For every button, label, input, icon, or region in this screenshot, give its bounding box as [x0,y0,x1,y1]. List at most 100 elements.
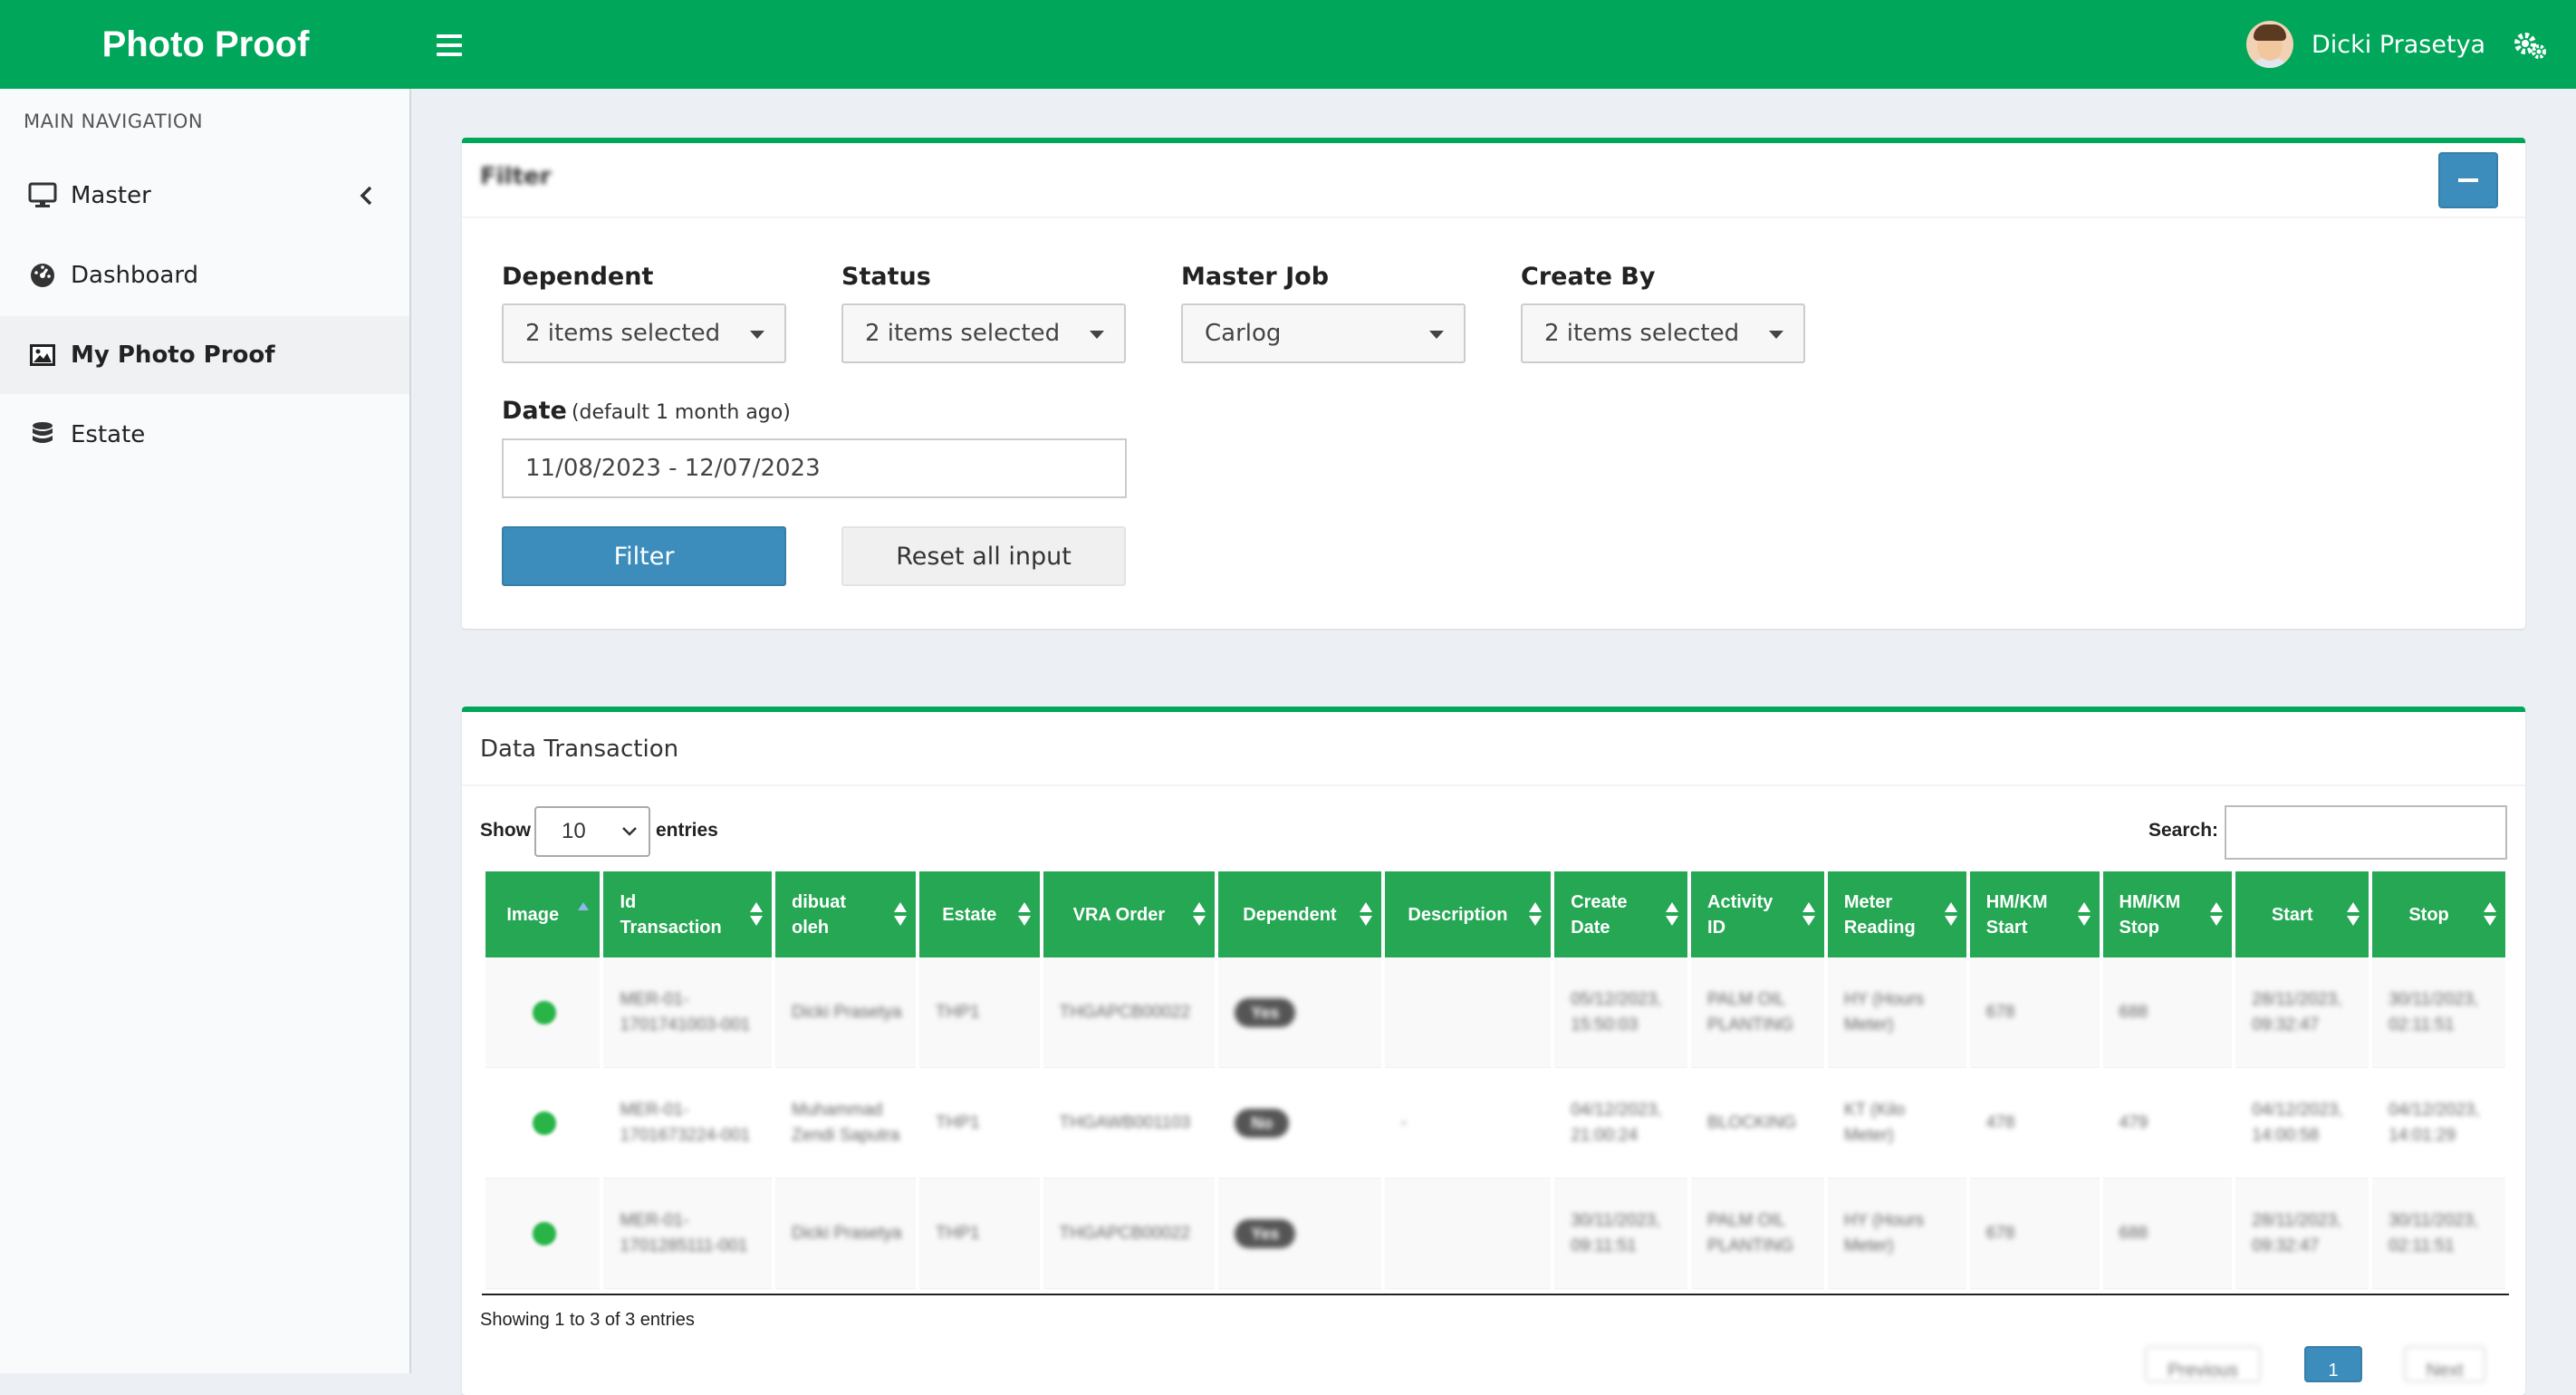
stop: 04/12/2023, 14:01:29 [2389,1100,2480,1145]
sort-icon [1944,902,1957,928]
date-label: Date [502,397,567,425]
transaction-box-title: Data Transaction [480,736,679,763]
column-header[interactable]: dibuat oleh [775,871,916,957]
estate: THP1 [936,1002,980,1022]
entries-select[interactable]: 10 [534,806,650,857]
hm-km-start: 678 [1985,1223,2015,1243]
column-header[interactable]: Id Transaction [603,871,773,957]
pagination-previous[interactable]: Previous [2145,1346,2261,1382]
table-row: MER-01-1701741003-001 Dicki Prasetya THP… [485,957,2505,1068]
status-label: Status [841,263,931,291]
dashboard-icon [27,260,58,291]
sidebar-item-label: Master [71,182,151,209]
column-header[interactable]: Create Date [1554,871,1688,957]
column-header[interactable]: Image [485,871,601,957]
column-header[interactable]: Activity ID [1691,871,1824,957]
column-header[interactable]: VRA Order [1043,871,1216,957]
create-date: 05/12/2023, 15:50:03 [1571,989,1662,1034]
column-header[interactable]: Start [2235,871,2369,957]
top-navbar: Photo Proof Dicki Prasetya [0,0,2576,89]
entries-label: entries [656,820,718,841]
sort-icon [1017,902,1031,928]
create-by-select[interactable]: 2 items selected [1521,303,1805,363]
sidebar-item-master[interactable]: Master [0,157,409,235]
image-cell[interactable] [485,1068,601,1179]
hamburger-menu-icon[interactable] [437,29,462,56]
reset-button[interactable]: Reset all input [841,526,1126,586]
image-icon [27,340,58,370]
activity-id: PALM OIL PLANTING [1707,989,1794,1034]
master-job-label: Master Job [1181,263,1330,291]
hm-km-stop: 688 [2119,1002,2148,1022]
table-bottom-border [482,1294,2509,1295]
date-hint: (default 1 month ago) [571,401,791,424]
sidebar-item-label: Dashboard [71,262,199,289]
photo-thumbnail[interactable] [533,1000,557,1025]
collapse-button[interactable] [2438,152,2498,208]
chevron-down-icon [622,827,637,836]
minus-icon [2458,178,2478,182]
column-header[interactable]: Dependent [1218,871,1381,957]
id-transaction: MER-01-1701741003-001 [620,989,751,1034]
caret-down-icon [1429,331,1444,339]
user-menu[interactable]: Dicki Prasetya [2246,0,2485,89]
photo-thumbnail[interactable] [533,1221,557,1246]
database-icon [27,419,58,450]
filter-button[interactable]: Filter [502,526,786,586]
column-header[interactable]: Stop [2372,871,2505,957]
sort-icon [2210,902,2224,928]
sort-icon [2077,902,2091,928]
gears-icon[interactable] [2513,27,2549,63]
master-job-select[interactable]: Carlog [1181,303,1466,363]
vra-order: THGAPCB00022 [1059,1002,1191,1022]
date-range-input[interactable]: 11/08/2023 - 12/07/2023 [502,438,1127,498]
search-input[interactable] [2225,805,2507,860]
created-by: Dicki Prasetya [792,1002,902,1022]
sidebar: MAIN NAVIGATION Master Dashboard My Phot… [0,89,411,1373]
column-header[interactable]: HM/KM Stop [2102,871,2233,957]
sort-icon [1802,902,1815,928]
caret-down-icon [1769,331,1783,339]
stop: 30/11/2023, 02:11:51 [2389,1210,2479,1256]
dependent-select[interactable]: 2 items selected [502,303,786,363]
monitor-icon [27,180,58,211]
sort-icon [2484,902,2496,928]
transaction-table: Image Id Transaction dibuat oleh Estate … [482,871,2509,1289]
sort-icon [1529,902,1543,928]
sidebar-item-my-photo-proof[interactable]: My Photo Proof [0,316,409,394]
app-logo[interactable]: Photo Proof [0,0,411,89]
column-header[interactable]: Description [1384,871,1552,957]
sidebar-item-label: Estate [71,421,146,448]
column-header[interactable]: Meter Reading [1827,871,1966,957]
pagination-page-1[interactable]: 1 [2304,1346,2362,1382]
image-cell[interactable] [485,957,601,1068]
nav-header: MAIN NAVIGATION [24,111,204,132]
id-transaction: MER-01-1701285111-001 [620,1210,748,1256]
image-cell[interactable] [485,1179,601,1289]
show-label: Show [480,820,531,841]
activity-id: BLOCKING [1707,1112,1797,1132]
activity-id: PALM OIL PLANTING [1707,1210,1794,1256]
column-header[interactable]: HM/KM Start [1969,871,2100,957]
sort-asc-icon [578,902,590,910]
caret-down-icon [750,331,764,339]
table-row: MER-01-1701285111-001 Dicki Prasetya THP… [485,1179,2505,1289]
create-by-value: 2 items selected [1544,320,1740,347]
caret-down-icon [1090,331,1104,339]
pagination-next[interactable]: Next [2404,1346,2485,1382]
sort-icon [2347,902,2360,928]
chevron-left-icon [355,182,377,209]
photo-thumbnail[interactable] [533,1111,557,1135]
hm-km-start: 678 [1985,1002,2015,1022]
sort-icon [1193,902,1206,928]
hm-km-stop: 479 [2119,1112,2148,1132]
table-info: Showing 1 to 3 of 3 entries [480,1310,695,1330]
column-header[interactable]: Estate [919,871,1040,957]
user-name: Dicki Prasetya [2312,30,2486,59]
sidebar-item-label: My Photo Proof [71,342,275,369]
dependent-label: Dependent [502,263,654,291]
filter-box-title: Filter [480,163,552,190]
sidebar-item-dashboard[interactable]: Dashboard [0,236,409,314]
status-select[interactable]: 2 items selected [841,303,1126,363]
sidebar-item-estate[interactable]: Estate [0,396,409,474]
